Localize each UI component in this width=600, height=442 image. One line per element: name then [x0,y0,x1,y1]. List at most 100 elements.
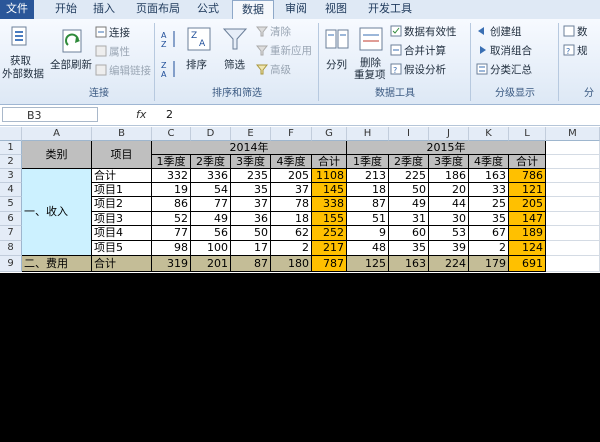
value-cell-2014[interactable]: 252 [312,226,347,241]
value-cell-2015[interactable]: 53 [429,226,469,241]
sort-button[interactable]: 排序 [186,57,207,72]
value-cell-2015[interactable]: 18 [347,183,389,197]
value-cell-2015[interactable]: 48 [347,241,389,256]
ungroup-icon[interactable] [476,44,488,56]
advanced-button[interactable]: 高级 [270,62,291,77]
empty-cell[interactable] [546,155,600,169]
subtotal-button[interactable]: 分类汇总 [490,62,532,77]
refresh-all-label[interactable]: 全部刷新 [50,57,92,72]
empty-cell[interactable] [546,226,600,241]
tab-review[interactable]: 审阅 [278,0,314,19]
value-cell-2015[interactable]: 35 [389,241,429,256]
value-cell-2015[interactable]: 20 [429,183,469,197]
tab-view[interactable]: 视图 [318,0,354,19]
what-if-button[interactable]: 假设分析 [404,62,446,77]
value-cell-2015[interactable]: 147 [509,212,546,226]
value-cell-2015[interactable]: 9 [347,226,389,241]
consolidate-button[interactable]: 合并计算 [404,43,446,58]
value-cell-2014[interactable]: 319 [152,256,191,272]
column-header[interactable]: G [312,127,347,141]
data-analysis-icon[interactable] [563,25,575,37]
advanced-filter-icon[interactable] [256,63,268,75]
column-header[interactable]: B [92,127,152,141]
data-validation-button[interactable]: 数据有效性 [404,24,457,39]
row-header[interactable]: 9 [0,256,22,272]
value-cell-2014[interactable]: 205 [271,169,312,183]
value-cell-2014[interactable]: 145 [312,183,347,197]
value-cell-2014[interactable]: 336 [191,169,231,183]
empty-cell[interactable] [546,183,600,197]
value-cell-2014[interactable]: 87 [231,256,271,272]
column-header[interactable]: A [22,127,92,141]
value-cell-2015[interactable]: 2 [469,241,509,256]
column-header[interactable]: J [429,127,469,141]
value-cell-2014[interactable]: 180 [271,256,312,272]
value-cell-2015[interactable]: 186 [429,169,469,183]
item-name[interactable]: 合计 [92,169,152,183]
value-cell-2015[interactable]: 49 [389,197,429,212]
tab-data[interactable]: 数据 [232,0,274,19]
item-name[interactable]: 合计 [92,256,152,272]
value-cell-2015[interactable]: 225 [389,169,429,183]
get-external-label-2[interactable]: 外部数据 [2,66,44,81]
empty-cell[interactable] [546,197,600,212]
insert-function-button[interactable]: fx [136,108,146,121]
value-cell-2015[interactable]: 125 [347,256,389,272]
value-cell-2014[interactable]: 77 [152,226,191,241]
value-cell-2014[interactable]: 62 [271,226,312,241]
reapply-icon[interactable] [256,44,268,56]
value-cell-2015[interactable]: 179 [469,256,509,272]
empty-cell[interactable] [546,169,600,183]
tab-developer[interactable]: 开发工具 [360,0,420,19]
value-cell-2015[interactable]: 31 [389,212,429,226]
sort-az-icon[interactable]: AZ [160,29,180,49]
consolidate-icon[interactable] [390,44,402,56]
value-cell-2015[interactable]: 25 [469,197,509,212]
value-cell-2014[interactable]: 332 [152,169,191,183]
value-cell-2014[interactable]: 78 [271,197,312,212]
empty-cell[interactable] [546,256,600,272]
ungroup-button[interactable]: 取消组合 [490,43,532,58]
refresh-all-icon[interactable] [60,27,86,55]
value-cell-2014[interactable]: 86 [152,197,191,212]
text-to-columns-icon[interactable] [324,26,350,52]
solver-button[interactable]: 规 [577,43,588,58]
data-analysis-button[interactable]: 数 [577,24,588,39]
row-header[interactable]: 7 [0,226,22,241]
value-cell-2015[interactable]: 124 [509,241,546,256]
sort-dialog-icon[interactable]: ZA [186,26,212,52]
tab-insert[interactable]: 插入 [84,0,124,19]
value-cell-2014[interactable]: 2 [271,241,312,256]
value-cell-2015[interactable]: 44 [429,197,469,212]
value-cell-2014[interactable]: 17 [231,241,271,256]
text-to-columns-button[interactable]: 分列 [326,57,347,72]
formula-input[interactable]: 2 [166,108,173,121]
value-cell-2015[interactable]: 163 [469,169,509,183]
value-cell-2014[interactable]: 155 [312,212,347,226]
value-cell-2015[interactable]: 35 [469,212,509,226]
category-income[interactable]: 一、收入 [22,169,92,256]
value-cell-2014[interactable]: 201 [191,256,231,272]
clear-filter-icon[interactable] [256,25,268,37]
name-box[interactable]: B3 [2,107,98,122]
value-cell-2014[interactable]: 217 [312,241,347,256]
edit-links-button[interactable]: 编辑链接 [109,63,151,78]
group-button[interactable]: 创建组 [490,24,522,39]
value-cell-2014[interactable]: 98 [152,241,191,256]
reapply-button[interactable]: 重新应用 [270,43,312,58]
value-cell-2014[interactable]: 37 [231,197,271,212]
value-cell-2015[interactable]: 786 [509,169,546,183]
value-cell-2014[interactable]: 56 [191,226,231,241]
value-cell-2015[interactable]: 224 [429,256,469,272]
value-cell-2015[interactable]: 50 [389,183,429,197]
item-name[interactable]: 项目2 [92,197,152,212]
select-all-corner[interactable] [0,127,22,141]
column-header[interactable]: F [271,127,312,141]
value-cell-2015[interactable]: 691 [509,256,546,272]
value-cell-2014[interactable]: 18 [271,212,312,226]
properties-icon[interactable] [95,45,107,57]
value-cell-2014[interactable]: 19 [152,183,191,197]
value-cell-2015[interactable]: 213 [347,169,389,183]
value-cell-2015[interactable]: 87 [347,197,389,212]
column-header[interactable]: L [509,127,546,141]
